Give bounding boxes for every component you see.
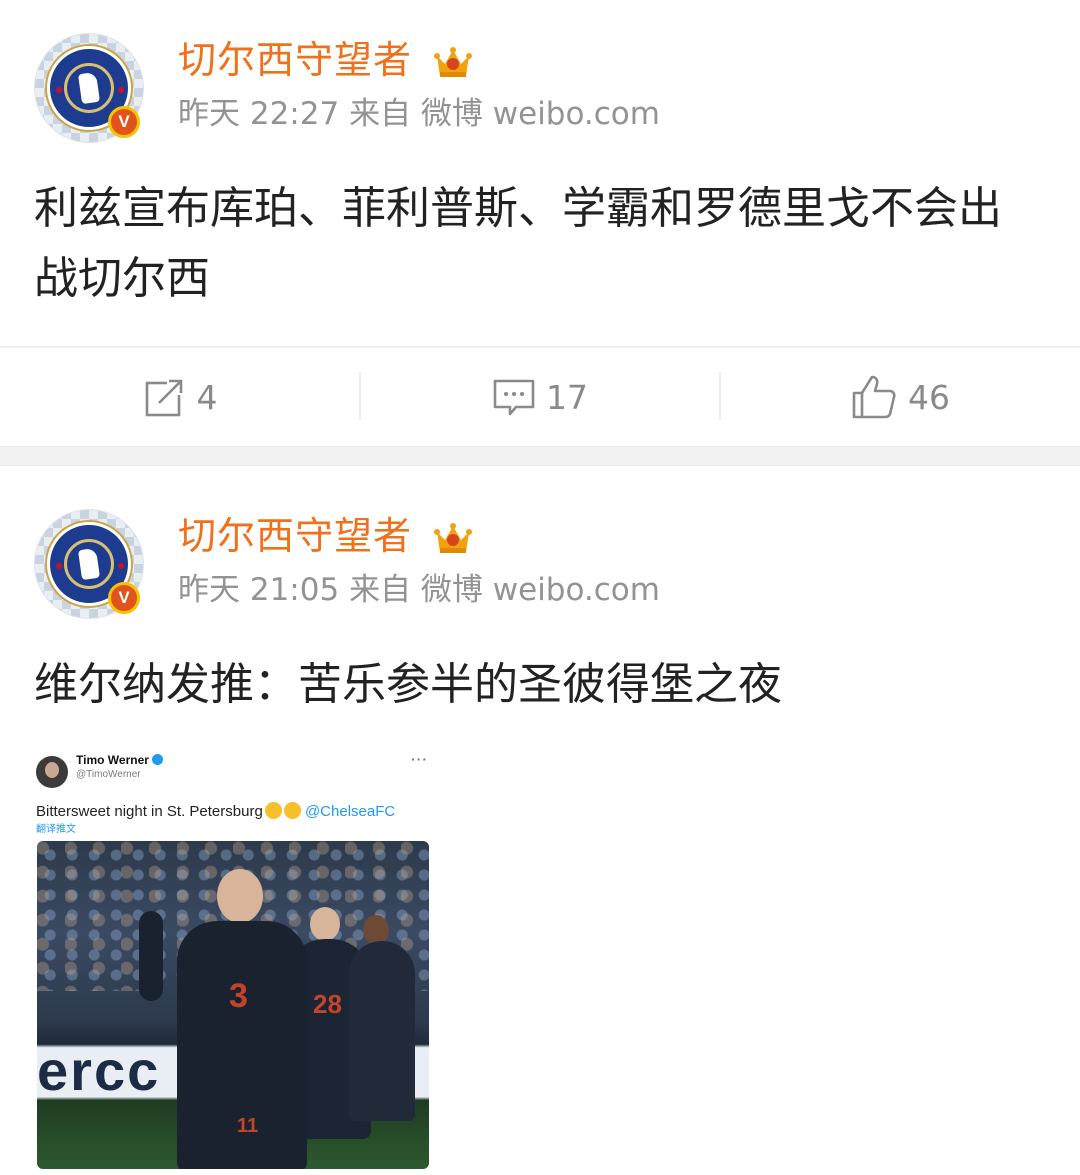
player-head <box>217 869 263 923</box>
repost-button[interactable]: 4 <box>0 348 360 446</box>
sad-emoji-icon <box>283 802 301 819</box>
crown-level-icon[interactable] <box>433 42 473 82</box>
weibo-post: V 切尔西守望者 昨天 21:05 来自 微博 weibo.com 维尔纳发推：… <box>0 466 1080 1175</box>
post-source: 来自 微博 weibo.com <box>349 96 660 132</box>
repost-count: 4 <box>196 377 218 417</box>
player <box>349 941 415 1121</box>
post-meta: 昨天 22:27 来自 微博 weibo.com <box>178 94 660 134</box>
verified-badge-icon: V <box>108 106 140 138</box>
like-count: 46 <box>908 377 950 417</box>
player-head <box>310 907 340 941</box>
jersey-number: 28 <box>313 989 342 1019</box>
avatar[interactable]: V <box>34 509 144 619</box>
more-icon: ··· <box>411 751 428 767</box>
thumbs-up-icon <box>852 375 896 419</box>
tweet-photo: ercc 28 3 11 <box>37 841 429 1169</box>
like-button[interactable]: 46 <box>720 348 1080 446</box>
tweet-mention: @ChelseaFC <box>304 803 396 820</box>
shorts-number: 11 <box>237 1115 259 1137</box>
verified-check-icon <box>151 754 163 765</box>
post-time: 昨天 21:05 <box>178 572 340 608</box>
post-content: 维尔纳发推：苦乐参半的圣彼得堡之夜 <box>34 659 782 710</box>
post-meta: 昨天 21:05 来自 微博 weibo.com <box>178 570 660 610</box>
crown-level-icon[interactable] <box>433 518 473 558</box>
tweet-handle: @TimoWerner <box>76 769 141 780</box>
smile-emoji-icon <box>264 802 282 819</box>
comment-icon <box>493 379 535 416</box>
author-name[interactable]: 切尔西守望者 <box>178 512 412 560</box>
embedded-tweet-image[interactable]: Timo Werner @TimoWerner ··· Bittersweet … <box>34 746 434 1171</box>
post-separator <box>0 446 1080 466</box>
jersey-number: 3 <box>229 977 248 1015</box>
post-source: 来自 微博 weibo.com <box>349 572 660 608</box>
advertising-board-text: ercc <box>37 1039 161 1102</box>
tweet-author: Timo Werner <box>76 752 163 768</box>
tweet-text: Bittersweet night in St. Petersburg @Che… <box>36 802 396 820</box>
post-time: 昨天 22:27 <box>178 96 340 132</box>
comment-count: 17 <box>546 377 588 417</box>
translate-link: 翻译推文 <box>36 824 76 835</box>
repost-icon <box>145 377 185 417</box>
action-bar: 4 17 46 <box>0 348 1080 446</box>
avatar[interactable]: V <box>34 33 144 143</box>
weibo-post: V 切尔西守望者 昨天 22:27 来自 微博 weibo.com 利兹宣布库珀… <box>0 0 1080 346</box>
comment-button[interactable]: 17 <box>360 348 720 446</box>
verified-badge-icon: V <box>108 582 140 614</box>
player-arm <box>139 911 163 1001</box>
post-content: 利兹宣布库珀、菲利普斯、学霸和罗德里戈不会出战切尔西 <box>34 183 1002 304</box>
author-name[interactable]: 切尔西守望者 <box>178 36 412 84</box>
tweet-avatar <box>36 756 68 788</box>
